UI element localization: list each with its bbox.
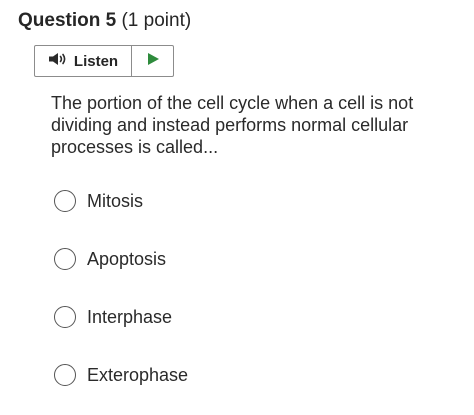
question-text: The portion of the cell cycle when a cel… (51, 93, 414, 157)
option-apoptosis[interactable]: Apoptosis (54, 248, 166, 270)
option-label: Interphase (87, 306, 173, 327)
option-label: Mitosis (87, 190, 144, 211)
option-exterophase[interactable]: Exterophase (54, 364, 188, 386)
listen-widget: Listen (34, 45, 174, 77)
question-points: (1 point) (121, 10, 192, 31)
radio-button[interactable] (54, 248, 76, 270)
radio-button[interactable] (54, 190, 76, 212)
question-title: Question 5 (18, 10, 117, 31)
option-label: Exterophase (87, 364, 189, 385)
speaker-icon (48, 52, 68, 71)
option-interphase[interactable]: Interphase (54, 306, 172, 328)
option-label: Apoptosis (87, 248, 167, 269)
question-header: Question 5 (1 point) (18, 9, 191, 33)
listen-label: Listen (73, 52, 119, 70)
radio-button[interactable] (54, 306, 76, 328)
option-mitosis[interactable]: Mitosis (54, 190, 143, 212)
listen-button[interactable]: Listen (35, 46, 132, 76)
play-icon (146, 52, 160, 71)
play-button[interactable] (132, 46, 173, 76)
radio-button[interactable] (54, 364, 76, 386)
